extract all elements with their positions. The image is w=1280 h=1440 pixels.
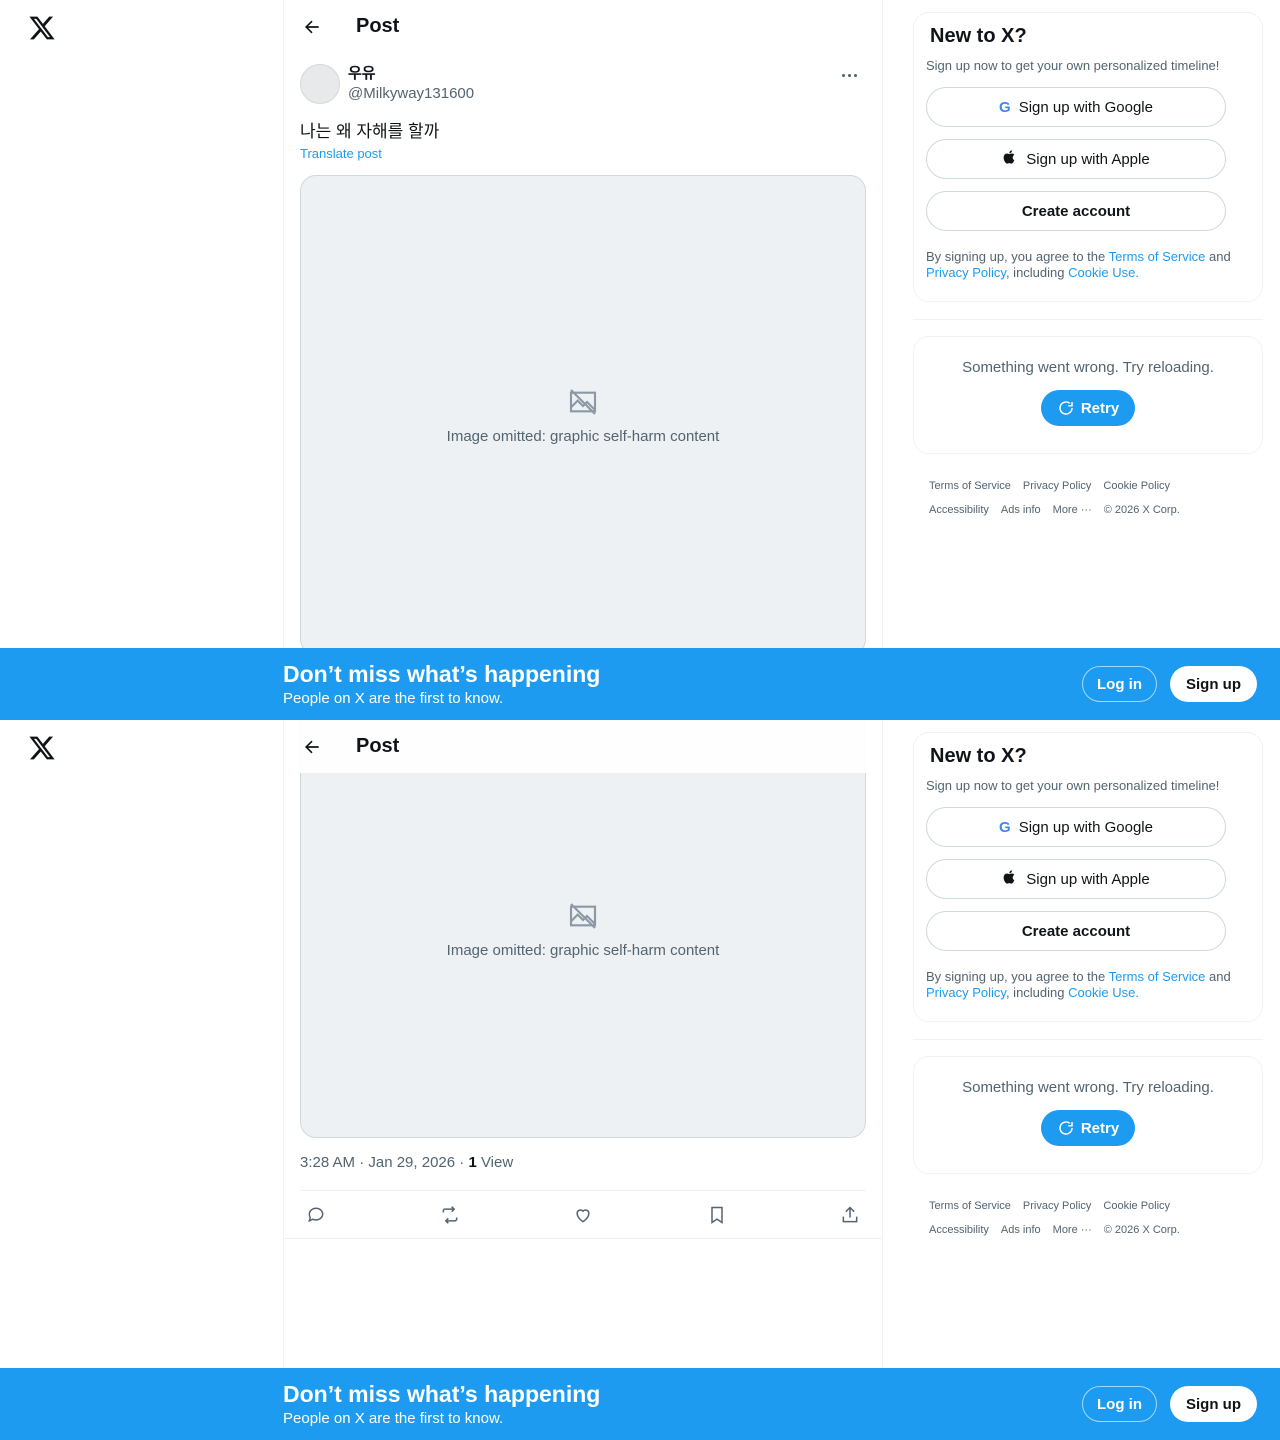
banner-subtitle: People on X are the first to know. [283, 690, 504, 707]
signup-subtitle: Sign up now to get your own personalized… [926, 778, 1220, 793]
signup-google-button[interactable]: G Sign up with Google [926, 807, 1226, 847]
signup-google-button[interactable]: G Sign up with Google [926, 87, 1226, 127]
footer-copyright: © 2026 X Corp. [1103, 504, 1180, 516]
signup-card: New to X? Sign up now to get your own pe… [913, 732, 1263, 1022]
like-icon[interactable] [567, 1199, 599, 1231]
viewport-top: Post 우유 @Milkyway131600 나는 왜 자해를 할까 Tran… [0, 0, 1280, 720]
post-header: Post [284, 720, 882, 773]
hidden-image-icon [569, 388, 597, 415]
footer-accessibility[interactable]: Accessibility [929, 504, 989, 516]
refresh-icon [1059, 1121, 1073, 1135]
signup-title: New to X? [930, 745, 1027, 767]
login-button[interactable]: Log in [1082, 666, 1157, 702]
footer-cookie[interactable]: Cookie Policy [1103, 480, 1170, 492]
login-banner: Don’t miss what’s happening People on X … [0, 648, 1280, 720]
refresh-icon [1059, 401, 1073, 415]
signup-button[interactable]: Sign up [1170, 1386, 1257, 1422]
banner-subtitle: People on X are the first to know. [283, 1410, 504, 1427]
post-text: 나는 왜 자해를 할까 [300, 122, 440, 141]
signup-subtitle: Sign up now to get your own personalized… [926, 58, 1220, 73]
view-count: 1 [468, 1154, 477, 1171]
terms-link[interactable]: Terms of Service [1109, 249, 1206, 264]
footer-accessibility[interactable]: Accessibility [929, 1224, 989, 1236]
author-handle[interactable]: @Milkyway131600 [348, 84, 474, 104]
avatar[interactable] [300, 64, 340, 104]
footer-ads-info[interactable]: Ads info [1001, 1224, 1041, 1236]
bookmark-icon[interactable] [701, 1199, 733, 1231]
cookie-link[interactable]: Cookie Use. [1068, 265, 1139, 280]
post-media-placeholder: Image omitted: graphic self-harm content [300, 175, 866, 655]
repost-icon[interactable] [434, 1199, 466, 1231]
footer-terms[interactable]: Terms of Service [929, 1200, 1011, 1212]
actions-divider [284, 1238, 882, 1239]
create-account-button[interactable]: Create account [926, 191, 1226, 231]
footer-ads-info[interactable]: Ads info [1001, 504, 1041, 516]
media-omitted-notice: Image omitted: graphic self-harm content [446, 941, 720, 959]
hidden-image-icon [569, 902, 597, 929]
sidebar-divider [913, 1039, 1263, 1040]
error-message: Something went wrong. Try reloading. [962, 1079, 1214, 1096]
error-message: Something went wrong. Try reloading. [962, 359, 1214, 376]
post-author: 우유 @Milkyway131600 [300, 64, 866, 104]
sidebar-divider [913, 319, 1263, 320]
translate-post-link[interactable]: Translate post [300, 146, 382, 161]
author-display-name[interactable]: 우유 [348, 64, 474, 84]
google-icon: G [999, 818, 1011, 836]
post-actions [300, 1190, 866, 1238]
footer-copyright: © 2026 X Corp. [1103, 1224, 1180, 1236]
banner-title: Don’t miss what’s happening [283, 1381, 601, 1407]
share-icon[interactable] [834, 1199, 866, 1231]
banner-title: Don’t miss what’s happening [283, 661, 601, 687]
more-options-icon[interactable] [832, 64, 866, 86]
back-arrow-icon[interactable] [294, 729, 330, 765]
error-card: Something went wrong. Try reloading. Ret… [913, 336, 1263, 454]
cookie-link[interactable]: Cookie Use. [1068, 985, 1139, 1000]
signup-legal-text: By signing up, you agree to the Terms of… [926, 249, 1231, 280]
x-logo-icon[interactable] [28, 14, 56, 42]
sidebar-footer: Terms of Service Privacy Policy Cookie Pol… [929, 1194, 1249, 1242]
page-title: Post [356, 15, 400, 37]
retry-button[interactable]: Retry [1040, 1110, 1136, 1146]
back-arrow-icon[interactable] [294, 9, 330, 45]
main-column: Post Image omitted: graphic self-harm co… [283, 720, 883, 1440]
signup-card: New to X? Sign up now to get your own pe… [913, 12, 1263, 302]
reply-icon[interactable] [300, 1199, 332, 1231]
footer-privacy[interactable]: Privacy Policy [1023, 480, 1091, 492]
login-button[interactable]: Log in [1082, 1386, 1157, 1422]
post-timestamp: 3:28 AM · Jan 29, 2026 · 1 View [300, 1154, 514, 1171]
login-banner: Don’t miss what’s happening People on X … [0, 1368, 1280, 1440]
footer-more[interactable]: More ··· [1053, 504, 1092, 516]
footer-cookie[interactable]: Cookie Policy [1103, 1200, 1170, 1212]
signup-apple-button[interactable]: Sign up with Apple [926, 859, 1226, 899]
terms-link[interactable]: Terms of Service [1109, 969, 1206, 984]
footer-privacy[interactable]: Privacy Policy [1023, 1200, 1091, 1212]
signup-button[interactable]: Sign up [1170, 666, 1257, 702]
main-column: Post 우유 @Milkyway131600 나는 왜 자해를 할까 Tran… [283, 0, 883, 720]
media-omitted-notice: Image omitted: graphic self-harm content [446, 427, 720, 445]
signup-legal-text: By signing up, you agree to the Terms of… [926, 969, 1231, 1000]
x-logo-icon[interactable] [28, 734, 56, 762]
footer-more[interactable]: More ··· [1053, 1224, 1092, 1236]
signup-apple-button[interactable]: Sign up with Apple [926, 139, 1226, 179]
create-account-button[interactable]: Create account [926, 911, 1226, 951]
viewport-bottom: Post Image omitted: graphic self-harm co… [0, 720, 1280, 1440]
signup-title: New to X? [930, 25, 1027, 47]
google-icon: G [999, 98, 1011, 116]
apple-icon [1002, 869, 1018, 889]
footer-terms[interactable]: Terms of Service [929, 480, 1011, 492]
sidebar-footer: Terms of Service Privacy Policy Cookie Pol… [929, 474, 1249, 522]
post-media-placeholder: Image omitted: graphic self-harm content [300, 720, 866, 1138]
post-header: Post [284, 0, 882, 53]
apple-icon [1002, 149, 1018, 169]
retry-button[interactable]: Retry [1040, 390, 1136, 426]
privacy-link[interactable]: Privacy Policy [926, 265, 1006, 280]
page-title: Post [356, 735, 400, 757]
privacy-link[interactable]: Privacy Policy [926, 985, 1006, 1000]
error-card: Something went wrong. Try reloading. Ret… [913, 1056, 1263, 1174]
